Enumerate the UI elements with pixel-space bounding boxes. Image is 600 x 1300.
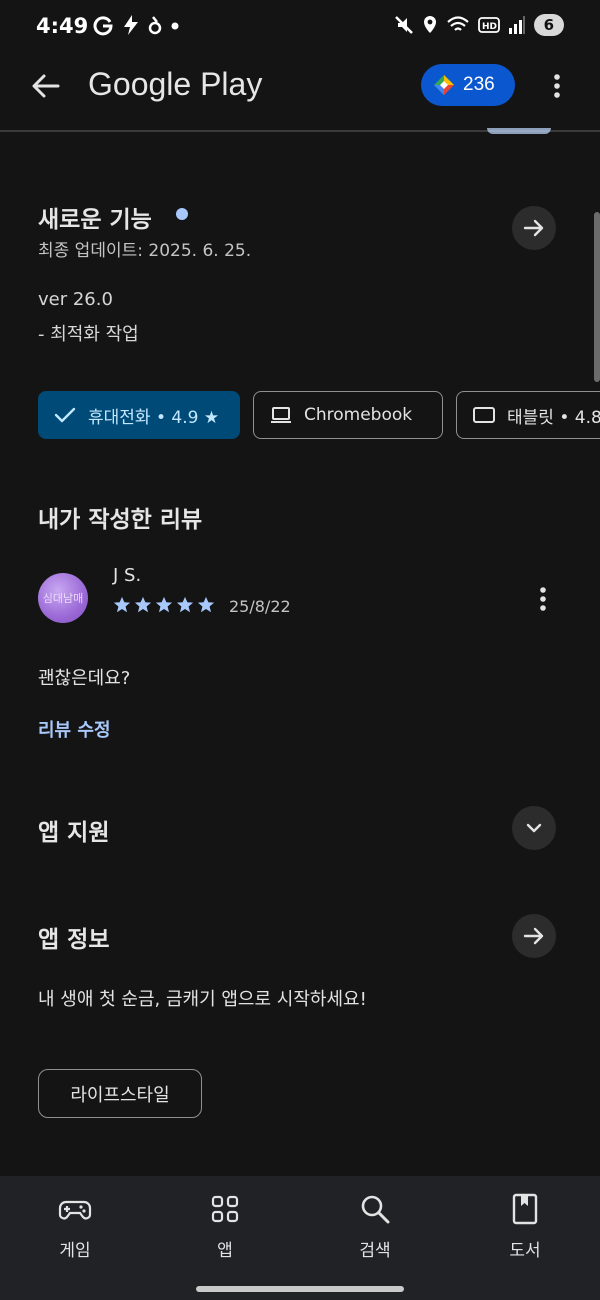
bottom-navigation: 게임 앱 검색 도서 <box>0 1176 600 1300</box>
nav-item-search[interactable]: 검색 <box>315 1192 435 1261</box>
google-g-icon <box>93 16 113 36</box>
arrow-right-icon <box>523 219 544 237</box>
nav-item-apps[interactable]: 앱 <box>165 1192 285 1261</box>
app-description: 내 생애 첫 순금, 금캐기 앱으로 시작하세요! <box>38 989 367 1010</box>
laptop-icon <box>271 407 291 423</box>
app-info-arrow-button[interactable] <box>512 914 556 958</box>
chevron-down-icon <box>526 823 542 833</box>
svg-text:HD: HD <box>482 22 497 32</box>
dot-icon <box>171 22 179 30</box>
star-icon <box>176 596 194 613</box>
nav-item-games[interactable]: 게임 <box>15 1192 135 1261</box>
notification-icon <box>148 16 162 35</box>
device-chip-label: Chromebook <box>304 405 413 425</box>
play-points-icon <box>434 75 454 95</box>
home-indicator[interactable] <box>196 1286 404 1292</box>
arrow-right-icon <box>523 927 544 945</box>
back-arrow-icon[interactable] <box>30 70 62 102</box>
avatar-text: 심대남매 <box>42 592 84 605</box>
status-time: 4:49 <box>36 14 89 38</box>
review-date: 25/8/22 <box>229 597 291 616</box>
device-chip-phone[interactable]: 휴대전화 • 4.9 ★ <box>38 391 240 439</box>
app-support-expand-button[interactable] <box>512 806 556 850</box>
star-icon <box>197 596 215 613</box>
new-indicator-dot <box>176 208 188 220</box>
mute-icon <box>394 16 413 34</box>
tablet-icon <box>473 407 495 423</box>
play-points-value: 236 <box>463 74 495 95</box>
star-icon <box>113 596 131 613</box>
signal-icon <box>508 16 525 34</box>
location-icon <box>423 16 436 33</box>
nav-label: 도서 <box>509 1241 541 1261</box>
star-rating <box>113 596 215 614</box>
review-text: 괜찮은데요? <box>38 668 131 689</box>
edit-review-link[interactable]: 리뷰 수정 <box>38 716 111 742</box>
whats-new-title: 새로운 기능 <box>38 207 152 233</box>
hd-icon: HD <box>477 17 500 33</box>
nav-label: 검색 <box>359 1241 391 1261</box>
more-vert-icon[interactable] <box>545 72 569 100</box>
check-icon <box>54 407 76 423</box>
search-icon <box>361 1195 390 1224</box>
status-bar: 4:49 HD 6 <box>0 0 600 52</box>
nav-item-books[interactable]: 도서 <box>465 1192 585 1261</box>
device-chip-tablet[interactable]: 태블릿 • 4.8 <box>456 391 600 439</box>
battery-indicator: 6 <box>533 14 564 36</box>
review-more-vert-icon[interactable] <box>533 585 553 613</box>
app-bar: Google Play 236 <box>0 52 600 132</box>
version-text: ver 26.0 <box>38 289 113 310</box>
app-support-title: 앱 지원 <box>38 820 110 846</box>
my-review-title: 내가 작성한 리뷰 <box>38 507 203 533</box>
nav-label: 앱 <box>217 1241 233 1261</box>
page-title: Google Play <box>88 66 263 102</box>
device-chip-label: 태블릿 • 4.8 <box>507 407 600 428</box>
category-chip[interactable]: 라이프스타일 <box>38 1069 202 1118</box>
star-icon <box>134 596 152 613</box>
apps-grid-icon <box>211 1195 239 1223</box>
scrolled-content-edge <box>487 128 551 134</box>
whats-new-arrow-button[interactable] <box>512 206 556 250</box>
book-icon <box>512 1193 538 1225</box>
scrollbar-thumb[interactable] <box>594 212 600 382</box>
play-points-button[interactable]: 236 <box>421 64 515 106</box>
avatar: 심대남매 <box>38 573 88 623</box>
last-updated-text: 최종 업데이트: 2025. 6. 25. <box>38 241 252 261</box>
nav-label: 게임 <box>59 1241 91 1261</box>
charging-bolt-icon <box>124 15 138 35</box>
gamepad-icon <box>58 1200 92 1220</box>
star-icon <box>155 596 173 613</box>
wifi-icon <box>446 16 469 31</box>
app-info-title: 앱 정보 <box>38 927 110 953</box>
status-right-icons: HD 6 <box>394 14 564 36</box>
device-chip-label: 휴대전화 • 4.9 ★ <box>88 407 220 428</box>
status-left-icons <box>92 14 180 36</box>
reviewer-name: J S. <box>113 565 142 586</box>
device-chip-chromebook[interactable]: Chromebook <box>253 391 443 439</box>
release-note-text: - 최적화 작업 <box>38 324 139 345</box>
